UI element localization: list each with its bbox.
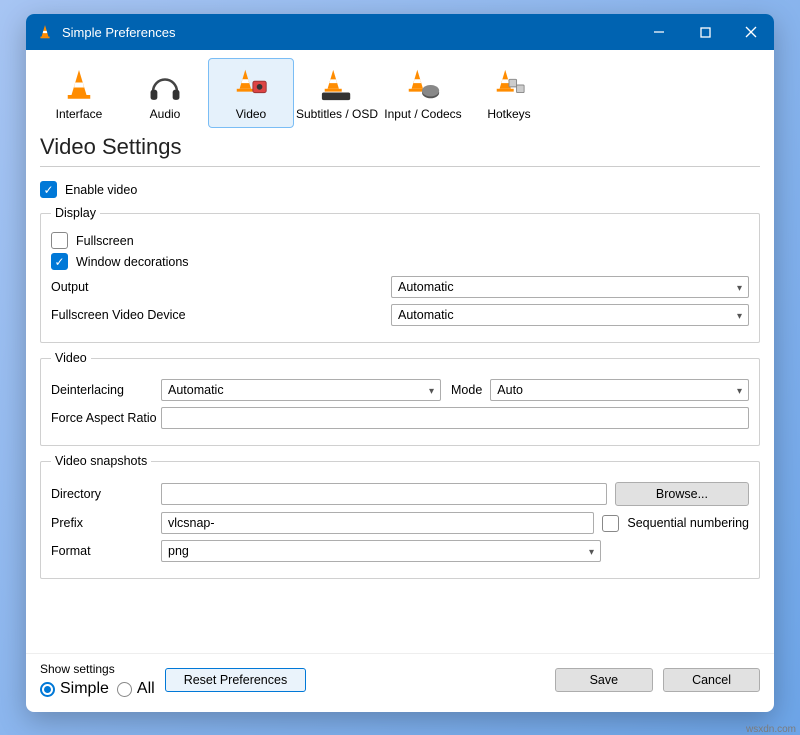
checkbox-label: Enable video	[65, 183, 137, 197]
checkbox-icon	[51, 253, 68, 270]
category-toolbar: Interface Audio Video Subtitles / OSD In…	[26, 50, 774, 128]
checkbox-label: Sequential numbering	[627, 516, 749, 530]
tab-video[interactable]: Video	[208, 58, 294, 128]
tab-audio[interactable]: Audio	[122, 58, 208, 128]
page-title: Video Settings	[40, 134, 760, 160]
tab-label: Video	[209, 107, 293, 121]
force-aspect-label: Force Aspect Ratio	[51, 411, 161, 425]
radio-icon	[117, 682, 132, 697]
select-value: Automatic	[398, 308, 454, 322]
snapshots-group: Video snapshots Directory Browse... Pref…	[40, 454, 760, 579]
force-aspect-input[interactable]	[161, 407, 749, 429]
checkbox-icon	[40, 181, 57, 198]
content-area: Enable video Display Fullscreen Window d…	[26, 175, 774, 653]
interface-icon	[37, 63, 121, 103]
headphones-icon	[123, 63, 207, 103]
tab-label: Input / Codecs	[381, 107, 465, 121]
app-icon	[36, 23, 54, 41]
select-value: Auto	[497, 383, 523, 397]
enable-video-checkbox[interactable]: Enable video	[40, 181, 137, 198]
radio-icon	[40, 682, 55, 697]
fullscreen-checkbox[interactable]: Fullscreen	[51, 232, 134, 249]
select-value: Automatic	[168, 383, 224, 397]
cancel-button[interactable]: Cancel	[663, 668, 760, 692]
footer: Show settings Simple All Reset Preferenc…	[26, 653, 774, 712]
checkbox-label: Window decorations	[76, 255, 189, 269]
tab-label: Audio	[123, 107, 207, 121]
prefix-label: Prefix	[51, 516, 161, 530]
show-settings-all-radio[interactable]: All	[117, 680, 155, 698]
deinterlacing-label: Deinterlacing	[51, 383, 161, 397]
titlebar: Simple Preferences	[26, 14, 774, 50]
divider	[40, 166, 760, 167]
checkbox-icon	[51, 232, 68, 249]
tab-label: Subtitles / OSD	[295, 107, 379, 121]
checkbox-icon	[602, 515, 619, 532]
deinterlacing-select[interactable]: Automatic	[161, 379, 441, 401]
output-label: Output	[51, 280, 391, 294]
show-settings-simple-radio[interactable]: Simple	[40, 680, 109, 698]
video-icon	[209, 63, 293, 103]
format-select[interactable]: png	[161, 540, 601, 562]
tab-label: Hotkeys	[467, 107, 551, 121]
save-button[interactable]: Save	[555, 668, 654, 692]
radio-label: Simple	[60, 680, 109, 698]
directory-label: Directory	[51, 487, 161, 501]
tab-input-codecs[interactable]: Input / Codecs	[380, 58, 466, 128]
select-value: png	[168, 544, 189, 558]
subtitles-icon	[295, 63, 379, 103]
window-decorations-checkbox[interactable]: Window decorations	[51, 253, 189, 270]
checkbox-label: Fullscreen	[76, 234, 134, 248]
codecs-icon	[381, 63, 465, 103]
select-value: Automatic	[398, 280, 454, 294]
mode-label: Mode	[451, 383, 482, 397]
format-label: Format	[51, 544, 161, 558]
window-title: Simple Preferences	[62, 25, 636, 40]
fullscreen-device-select[interactable]: Automatic	[391, 304, 749, 326]
chevron-down-icon	[737, 383, 742, 397]
chevron-down-icon	[429, 383, 434, 397]
radio-label: All	[137, 680, 155, 698]
close-button[interactable]	[728, 14, 774, 50]
tab-interface[interactable]: Interface	[36, 58, 122, 128]
video-group: Video Deinterlacing Automatic Mode Auto …	[40, 351, 760, 446]
hotkeys-icon	[467, 63, 551, 103]
mode-select[interactable]: Auto	[490, 379, 749, 401]
maximize-button[interactable]	[682, 14, 728, 50]
tab-label: Interface	[37, 107, 121, 121]
group-legend: Video snapshots	[51, 454, 151, 468]
group-legend: Video	[51, 351, 91, 365]
watermark: wsxdn.com	[746, 724, 796, 735]
display-group: Display Fullscreen Window decorations Ou…	[40, 206, 760, 343]
chevron-down-icon	[737, 280, 742, 294]
show-settings-label: Show settings	[40, 662, 155, 676]
minimize-button[interactable]	[636, 14, 682, 50]
tab-hotkeys[interactable]: Hotkeys	[466, 58, 552, 128]
fullscreen-device-label: Fullscreen Video Device	[51, 308, 391, 322]
group-legend: Display	[51, 206, 100, 220]
tab-subtitles[interactable]: Subtitles / OSD	[294, 58, 380, 128]
sequential-numbering-checkbox[interactable]: Sequential numbering	[602, 515, 749, 532]
reset-preferences-button[interactable]: Reset Preferences	[165, 668, 307, 692]
preferences-window: Simple Preferences Interface Audio Video	[26, 14, 774, 712]
prefix-input[interactable]: vlcsnap-	[161, 512, 594, 534]
chevron-down-icon	[589, 544, 594, 558]
browse-button[interactable]: Browse...	[615, 482, 749, 506]
chevron-down-icon	[737, 308, 742, 322]
directory-input[interactable]	[161, 483, 607, 505]
output-select[interactable]: Automatic	[391, 276, 749, 298]
input-value: vlcsnap-	[168, 516, 215, 530]
